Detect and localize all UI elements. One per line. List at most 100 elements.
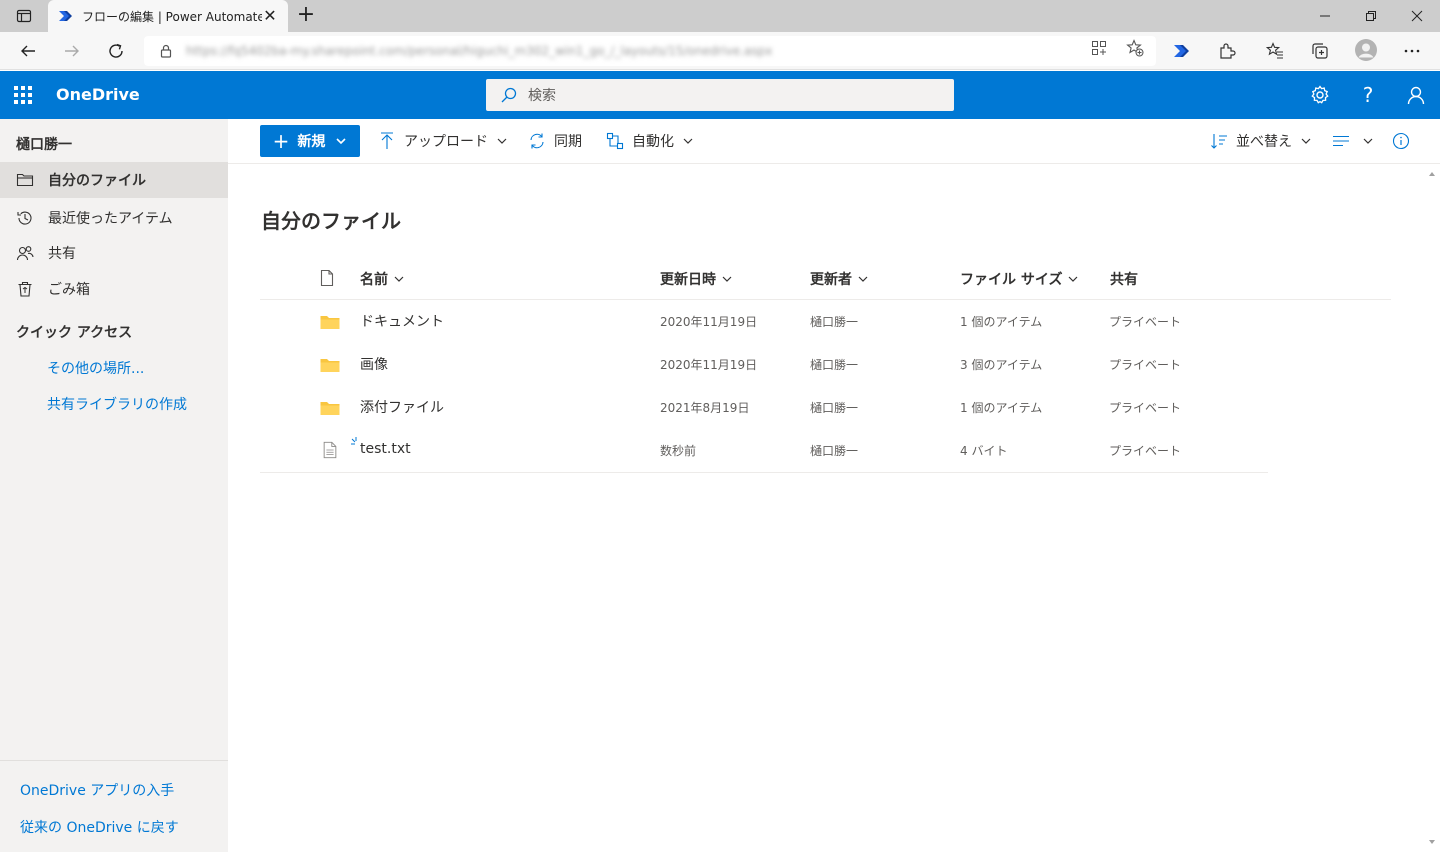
close-window-icon[interactable] <box>1394 0 1440 32</box>
favorites-icon[interactable] <box>1265 41 1285 61</box>
user-name: 樋口勝一 <box>16 137 72 153</box>
view-options-button[interactable] <box>1332 125 1374 157</box>
collections-icon[interactable] <box>1310 41 1330 61</box>
tab-title: フローの編集 | Power Automate <box>82 9 262 24</box>
more-options-icon[interactable] <box>1402 41 1422 61</box>
file-modified: 数秒前 <box>660 444 697 458</box>
file-size: 4 バイト <box>960 444 1008 458</box>
document-icon <box>320 269 334 287</box>
file-size: 3 個のアイテム <box>960 358 1043 372</box>
chevron-down-icon <box>336 138 346 145</box>
settings-gear-icon[interactable] <box>1308 83 1332 107</box>
file-row-file[interactable]: test.txt 数秒前 樋口勝一 4 バイト プライベート <box>260 429 1268 473</box>
text-file-icon <box>323 441 337 459</box>
address-bar[interactable]: https://fq5402ba-my.sharepoint.com/perso… <box>144 36 1156 66</box>
lock-icon[interactable] <box>158 43 174 59</box>
sort-icon <box>1210 132 1228 150</box>
help-icon[interactable]: ? <box>1356 83 1380 107</box>
column-header-modified[interactable]: 更新日時 <box>660 269 732 289</box>
file-modified-by[interactable]: 樋口勝一 <box>810 442 858 459</box>
column-header-name[interactable]: 名前 <box>360 269 404 289</box>
chevron-down-icon <box>497 138 507 144</box>
close-tab-icon[interactable]: ✕ <box>262 8 278 24</box>
return-to-classic-onedrive-link[interactable]: 従来の OneDrive に戻す <box>20 817 179 837</box>
file-name[interactable]: 画像 <box>360 354 388 374</box>
file-sharing[interactable]: プライベート <box>1109 356 1181 373</box>
app-launcher-icon[interactable] <box>14 86 32 104</box>
file-row-folder[interactable]: 画像 2020年11月19日 樋口勝一 3 個のアイテム プライベート <box>260 343 1268 386</box>
file-sharing[interactable]: プライベート <box>1109 442 1181 459</box>
file-name[interactable]: 添付ファイル <box>360 397 444 417</box>
file-size: 1 個のアイテム <box>960 401 1043 415</box>
nav-item-recent[interactable]: 最近使ったアイテム <box>0 200 228 236</box>
extensions-icon[interactable] <box>1217 41 1237 61</box>
chevron-down-icon <box>394 276 404 282</box>
app-available-icon[interactable] <box>1090 39 1108 57</box>
nav-item-label: 最近使ったアイテム <box>48 211 173 227</box>
file-name[interactable]: test.txt <box>360 441 411 457</box>
scroll-up-icon[interactable] <box>1428 170 1436 178</box>
sync-icon <box>528 132 546 150</box>
column-header-sharing[interactable]: 共有 <box>1110 269 1138 289</box>
automate-button[interactable]: 自動化 <box>606 125 694 157</box>
forward-arrow-icon[interactable] <box>58 37 86 65</box>
back-arrow-icon[interactable] <box>14 37 42 65</box>
app-brand[interactable]: OneDrive <box>56 85 140 104</box>
nav-divider <box>0 760 228 761</box>
folder-icon <box>320 316 340 329</box>
browser-tab-strip: フローの編集 | Power Automate ✕ + <box>0 0 1440 32</box>
account-person-icon[interactable] <box>1404 83 1428 107</box>
file-list-header: 名前 更新日時 更新者 ファイル サイズ 共有 <box>260 257 1391 300</box>
view-list-icon <box>1332 132 1350 150</box>
nav-item-my-files[interactable]: 自分のファイル <box>0 162 228 198</box>
info-pane-button[interactable] <box>1392 125 1418 157</box>
file-row-folder[interactable]: 添付ファイル 2021年8月19日 樋口勝一 1 個のアイテム プライベート <box>260 386 1268 429</box>
power-automate-extension-icon[interactable] <box>1172 41 1192 61</box>
create-shared-library-link[interactable]: 共有ライブラリの作成 <box>47 394 187 414</box>
nav-item-shared[interactable]: 共有 <box>0 235 228 271</box>
sync-button[interactable]: 同期 <box>528 125 582 157</box>
minimize-icon[interactable] <box>1302 0 1348 32</box>
quick-access-header: クイック アクセス <box>16 325 133 341</box>
nav-item-label: 自分のファイル <box>48 173 146 189</box>
refresh-icon[interactable] <box>102 37 130 65</box>
browser-toolbar: https://fq5402ba-my.sharepoint.com/perso… <box>0 32 1440 70</box>
sort-button[interactable]: 並べ替え <box>1210 125 1312 157</box>
restore-icon[interactable] <box>1348 0 1394 32</box>
chevron-down-icon <box>1069 276 1078 282</box>
file-modified-by[interactable]: 樋口勝一 <box>810 313 858 330</box>
vertical-scrollbar[interactable] <box>1424 164 1440 852</box>
info-icon <box>1392 132 1410 150</box>
new-tab-icon[interactable]: + <box>294 4 318 28</box>
scroll-down-icon[interactable] <box>1428 838 1436 846</box>
file-modified: 2020年11月19日 <box>660 315 758 329</box>
file-name[interactable]: ドキュメント <box>360 311 444 331</box>
column-header-file-size[interactable]: ファイル サイズ <box>960 269 1078 289</box>
file-row-folder[interactable]: ドキュメント 2020年11月19日 樋口勝一 1 個のアイテム プライベート <box>260 300 1268 343</box>
search-icon <box>501 87 517 103</box>
url-text[interactable]: https://fq5402ba-my.sharepoint.com/perso… <box>186 44 772 58</box>
nav-item-label: 共有 <box>48 246 76 262</box>
browser-tab-active[interactable]: フローの編集 | Power Automate ✕ <box>48 0 288 32</box>
new-button[interactable]: + 新規 <box>260 125 360 157</box>
search-placeholder[interactable]: 検索 <box>528 85 556 105</box>
automate-flow-icon <box>606 132 624 150</box>
file-modified: 2020年11月19日 <box>660 358 758 372</box>
file-sharing[interactable]: プライベート <box>1109 313 1181 330</box>
file-modified: 2021年8月19日 <box>660 401 750 415</box>
profile-avatar-icon[interactable] <box>1354 38 1378 62</box>
file-modified-by[interactable]: 樋口勝一 <box>810 399 858 416</box>
upload-button[interactable]: アップロード <box>378 125 508 157</box>
file-modified-by[interactable]: 樋口勝一 <box>810 356 858 373</box>
file-sharing[interactable]: プライベート <box>1109 399 1181 416</box>
nav-item-recycle-bin[interactable]: ごみ箱 <box>0 271 228 307</box>
history-icon <box>16 209 34 227</box>
search-box[interactable]: 検索 <box>486 79 954 111</box>
get-onedrive-apps-link[interactable]: OneDrive アプリの入手 <box>20 780 174 800</box>
column-header-modified-by[interactable]: 更新者 <box>810 269 868 289</box>
file-type-column-header[interactable] <box>320 269 334 287</box>
add-favorite-icon[interactable] <box>1126 39 1144 57</box>
plus-icon: + <box>272 129 290 153</box>
quick-access-more-places-link[interactable]: その他の場所... <box>47 358 144 378</box>
tab-actions-icon[interactable] <box>8 4 40 28</box>
